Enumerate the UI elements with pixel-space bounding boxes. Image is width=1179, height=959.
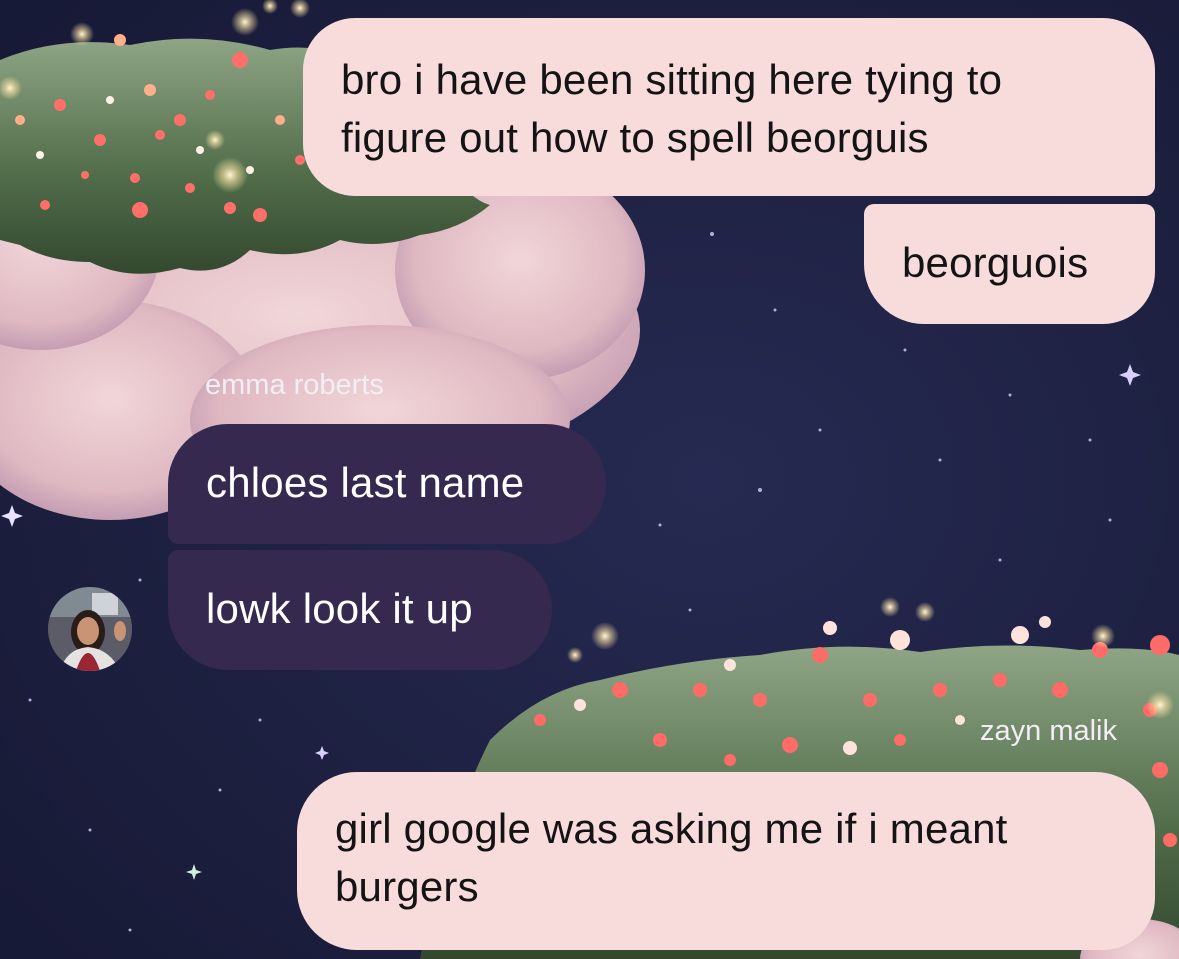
- sender-name: zayn malik: [980, 715, 1117, 747]
- sparkle-icon: [1119, 364, 1141, 386]
- message-bubble-outgoing[interactable]: beorguois: [864, 204, 1155, 324]
- message-text: beorguois: [902, 239, 1089, 286]
- message-bubble-incoming[interactable]: chloes last name: [168, 424, 606, 544]
- message-text: bro i have been sitting here tying to fi…: [341, 56, 1003, 161]
- sparkle-icon: [186, 864, 202, 880]
- profile-photo-icon: [48, 587, 132, 671]
- message-text: lowk look it up: [206, 585, 473, 632]
- message-text: chloes last name: [206, 459, 525, 506]
- avatar[interactable]: [48, 587, 132, 671]
- sparkle-icon: [315, 746, 329, 760]
- sparkle-icon: [1, 505, 23, 527]
- message-bubble-outgoing[interactable]: bro i have been sitting here tying to fi…: [303, 18, 1155, 196]
- message-bubble-outgoing[interactable]: girl google was asking me if i meant bur…: [297, 772, 1155, 950]
- message-bubble-incoming[interactable]: lowk look it up: [168, 550, 552, 670]
- message-text: girl google was asking me if i meant bur…: [335, 805, 1008, 910]
- sender-name: emma roberts: [205, 369, 384, 401]
